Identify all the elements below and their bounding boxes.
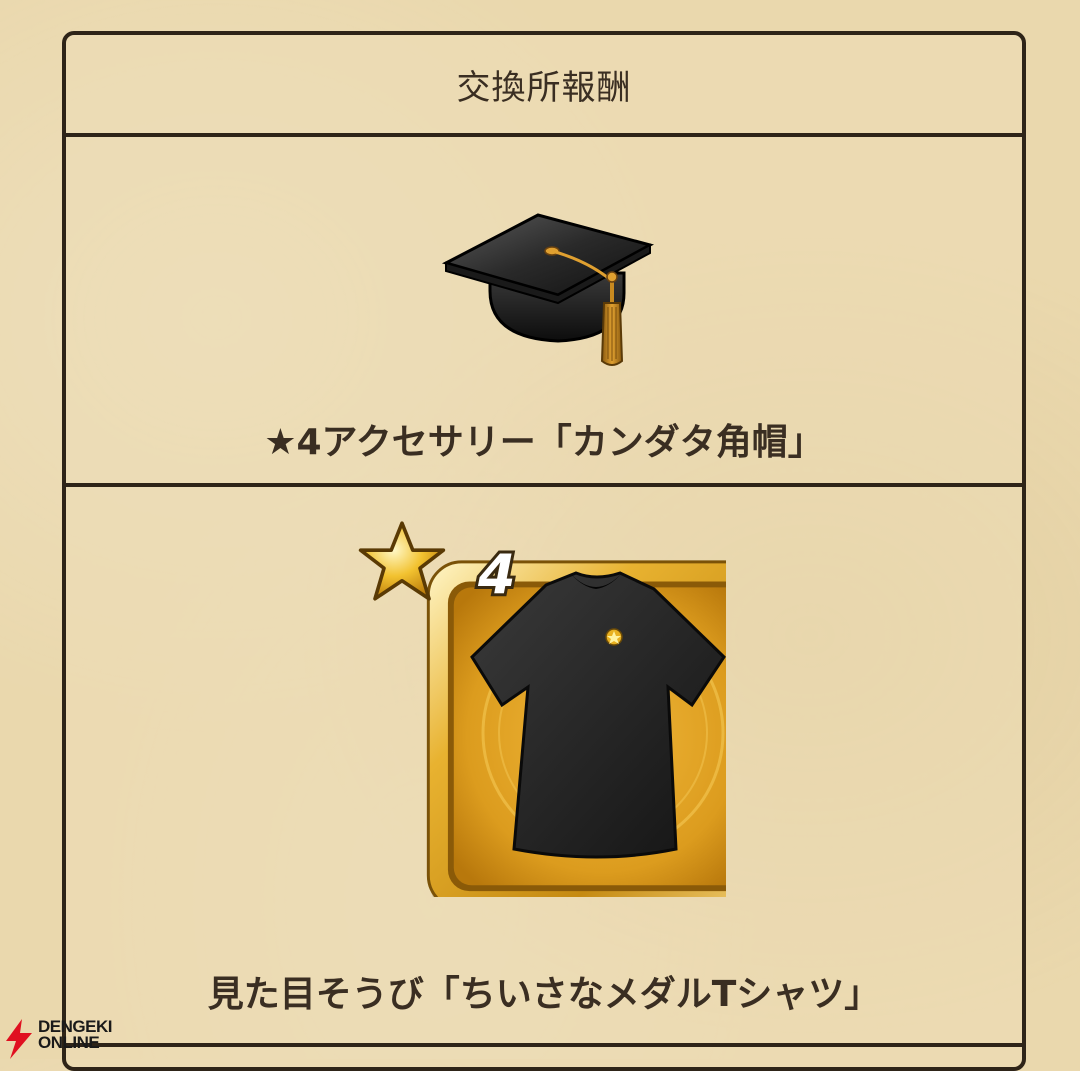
item-frame: 4 bbox=[346, 507, 780, 917]
lightning-icon bbox=[6, 1019, 32, 1059]
reward-row: 4 見た目そうび「ちいさなメダルTシャツ」 bbox=[66, 487, 1022, 1047]
dengeki-online-logo: DENGEKI ONLINE bbox=[2, 1017, 132, 1059]
reward-name: ★4アクセサリー「カンダタ角帽」 bbox=[264, 422, 824, 463]
graduation-cap-icon bbox=[438, 203, 658, 373]
panel-title: 交換所報酬 bbox=[456, 67, 632, 108]
reward-row: ★4アクセサリー「カンダタ角帽」 bbox=[66, 137, 1022, 487]
rewards-panel: 交換所報酬 ★4アクセサリー「カンダタ角帽」 4 見た目そうび「ちいさなメダルT… bbox=[62, 31, 1026, 1071]
panel-header: 交換所報酬 bbox=[66, 35, 1022, 137]
reward-name: 見た目そうび「ちいさなメダルTシャツ」 bbox=[207, 974, 881, 1015]
rarity-number: 4 bbox=[477, 543, 516, 606]
